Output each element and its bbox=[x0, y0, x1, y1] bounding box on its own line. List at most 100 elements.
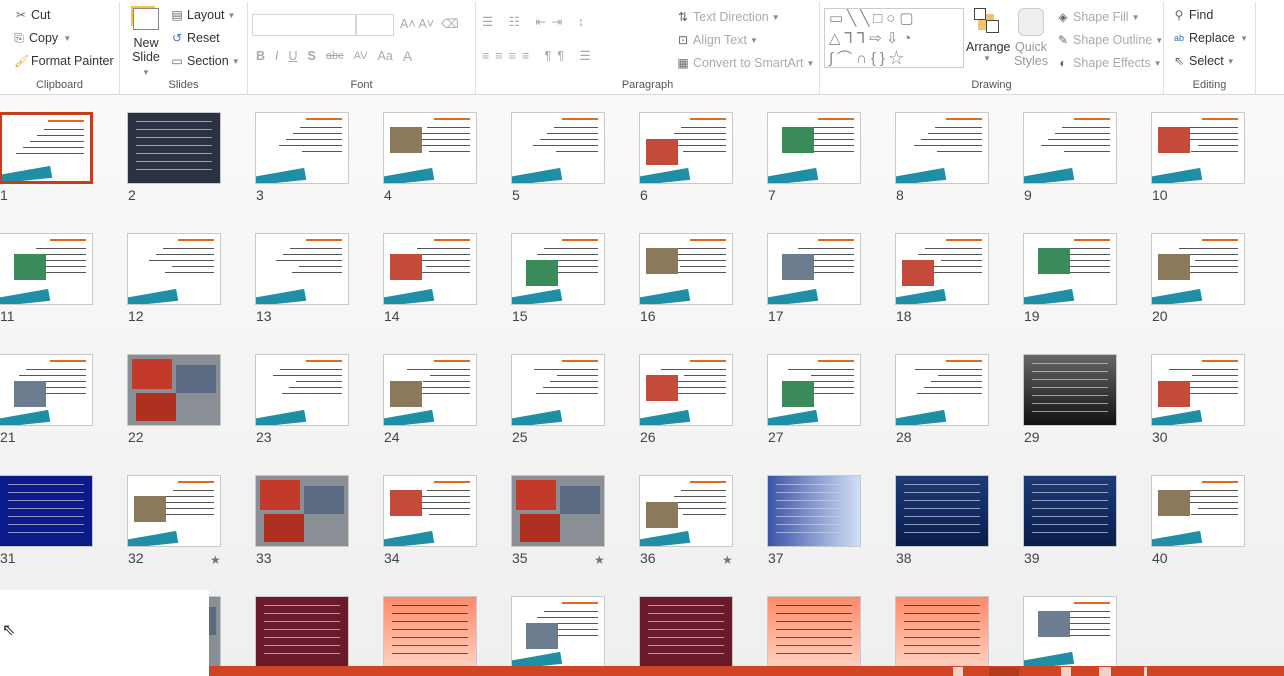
slide-thumbnail[interactable] bbox=[0, 475, 93, 547]
text-line bbox=[904, 613, 980, 614]
slide-thumbnail[interactable] bbox=[255, 233, 349, 305]
slide-thumbnail[interactable] bbox=[127, 233, 221, 305]
slide-thumbnail[interactable] bbox=[895, 596, 989, 666]
slide-thumbnail[interactable] bbox=[1023, 475, 1117, 547]
slide-thumbnail[interactable] bbox=[639, 596, 733, 666]
char-spacing-button[interactable]: AV bbox=[354, 50, 368, 62]
font-color-button[interactable]: A bbox=[403, 48, 412, 64]
shape-fill-button[interactable]: ◈ Shape Fill ▼ bbox=[1056, 10, 1139, 24]
slide-thumbnail[interactable] bbox=[127, 475, 221, 547]
slide-thumbnail[interactable] bbox=[255, 596, 349, 666]
slide-picture bbox=[782, 254, 814, 280]
animation-star-icon[interactable]: ★ bbox=[210, 553, 221, 567]
text-direction-button[interactable]: ⇅ Text Direction ▼ bbox=[676, 10, 780, 24]
find-button[interactable]: ⚲ Find bbox=[1172, 8, 1214, 22]
change-case-button[interactable]: Aa bbox=[378, 49, 393, 63]
slide-thumbnail[interactable] bbox=[767, 354, 861, 426]
slide-thumbnail[interactable] bbox=[1023, 112, 1117, 184]
quick-styles-button[interactable]: Quick Styles bbox=[1012, 8, 1050, 68]
font-size-buttons[interactable]: A˄ A˅ ⌫ bbox=[400, 16, 459, 31]
cut-button[interactable]: ✂ Cut bbox=[14, 8, 50, 22]
slide-thumbnail[interactable] bbox=[767, 475, 861, 547]
text-line bbox=[648, 629, 724, 630]
font-format-buttons[interactable]: B I U S abc AV Aa A bbox=[256, 48, 412, 64]
arrange-button[interactable]: Arrange ▼ bbox=[966, 8, 1010, 63]
reset-button[interactable]: ↺ Reset bbox=[170, 31, 220, 45]
slide-thumbnail[interactable] bbox=[511, 112, 605, 184]
slide-sorter[interactable]: 1 2 3 4 5 6 7 8 9 10 11 12 13 14 15 16 17 18 19 20 21 22 23 24 2… bbox=[0, 95, 1284, 666]
font-name-input[interactable] bbox=[252, 14, 356, 36]
slide-thumbnail[interactable] bbox=[383, 112, 477, 184]
slide-sorter-view-button[interactable] bbox=[989, 667, 1019, 676]
slide-thumbnail[interactable] bbox=[511, 596, 605, 666]
slide-picture bbox=[1158, 490, 1190, 516]
underline-button[interactable]: U bbox=[289, 49, 298, 63]
slide-thumbnail[interactable] bbox=[767, 233, 861, 305]
slide-thumbnail[interactable] bbox=[1023, 354, 1117, 426]
slide-thumbnail[interactable] bbox=[383, 596, 477, 666]
slide-thumbnail[interactable] bbox=[1151, 112, 1245, 184]
slide-thumbnail[interactable] bbox=[0, 112, 93, 184]
slide-thumbnail[interactable] bbox=[127, 354, 221, 426]
slide-thumbnail[interactable] bbox=[255, 475, 349, 547]
slide-thumbnail[interactable] bbox=[895, 354, 989, 426]
convert-smartart-button[interactable]: ▦ Convert to SmartArt ▼ bbox=[676, 56, 814, 70]
zoom-slider[interactable] bbox=[1144, 667, 1147, 676]
select-button[interactable]: ⇖ Select ▼ bbox=[1172, 54, 1235, 68]
slide-thumbnail[interactable] bbox=[0, 233, 93, 305]
ribbon: ✂ Cut ⎘ Copy ▼ 🖌 Format Painter Clipboard N… bbox=[0, 0, 1284, 95]
slide-thumbnail[interactable] bbox=[255, 354, 349, 426]
shapes-gallery[interactable]: ▭╲╲□○▢ △⅂⅂⇨⇩◔ ∫⌒∩{}☆ bbox=[824, 8, 964, 68]
slideshow-button[interactable] bbox=[1099, 667, 1111, 676]
slide-thumbnail[interactable] bbox=[511, 354, 605, 426]
slide-thumbnail[interactable] bbox=[639, 112, 733, 184]
layout-button[interactable]: ▤ Layout ▼ bbox=[170, 8, 235, 22]
slide-thumbnail[interactable] bbox=[511, 233, 605, 305]
slide-thumbnail[interactable] bbox=[639, 475, 733, 547]
text-line bbox=[935, 127, 982, 128]
bold-button[interactable]: B bbox=[256, 49, 265, 63]
shape-effects-button[interactable]: ◐ Shape Effects ▼ bbox=[1056, 56, 1161, 70]
slide-thumbnail[interactable] bbox=[1151, 354, 1245, 426]
slide-thumbnail[interactable] bbox=[895, 112, 989, 184]
replace-button[interactable]: ab Replace ▼ bbox=[1172, 31, 1248, 45]
animation-star-icon[interactable]: ★ bbox=[722, 553, 733, 567]
slide-thumbnail[interactable] bbox=[127, 112, 221, 184]
shape-outline-button[interactable]: ✎ Shape Outline ▼ bbox=[1056, 33, 1163, 47]
shadow-button[interactable]: S bbox=[308, 49, 316, 63]
slide-thumbnail[interactable] bbox=[767, 112, 861, 184]
slide-thumbnail[interactable] bbox=[1023, 596, 1117, 666]
copy-button[interactable]: ⎘ Copy ▼ bbox=[12, 31, 71, 45]
slide-thumbnail[interactable] bbox=[1023, 233, 1117, 305]
format-painter-button[interactable]: 🖌 Format Painter bbox=[14, 54, 114, 68]
slide-thumbnail[interactable] bbox=[639, 233, 733, 305]
strikethrough-button[interactable]: abc bbox=[326, 50, 344, 62]
list-buttons[interactable]: ☰ ☷ ⇤⇥ ↕ bbox=[482, 14, 590, 29]
slide-thumbnail[interactable] bbox=[1151, 233, 1245, 305]
slide-thumbnail[interactable] bbox=[895, 233, 989, 305]
text-line bbox=[8, 500, 84, 501]
slide-thumbnail[interactable] bbox=[1151, 475, 1245, 547]
slide-thumbnail[interactable] bbox=[767, 596, 861, 666]
slide-thumbnail[interactable] bbox=[383, 233, 477, 305]
font-size-input[interactable] bbox=[356, 14, 394, 36]
slide-thumbnail[interactable] bbox=[383, 475, 477, 547]
text-line bbox=[533, 145, 598, 146]
italic-button[interactable]: I bbox=[275, 49, 278, 63]
slide-picture bbox=[782, 381, 814, 407]
slide-thumbnail[interactable] bbox=[255, 112, 349, 184]
slide-thumbnail[interactable] bbox=[0, 354, 93, 426]
slide-thumbnail[interactable] bbox=[895, 475, 989, 547]
section-button[interactable]: ▭ Section ▼ bbox=[170, 54, 239, 68]
align-buttons[interactable]: ≡≡≡≡ ¶¶ ☰ bbox=[482, 48, 597, 63]
slide-thumbnail[interactable] bbox=[511, 475, 605, 547]
text-line bbox=[1032, 363, 1108, 364]
reading-view-button[interactable] bbox=[1061, 667, 1071, 676]
text-line bbox=[776, 637, 852, 638]
new-slide-button[interactable]: New Slide ▼ bbox=[128, 8, 164, 78]
animation-star-icon[interactable]: ★ bbox=[594, 553, 605, 567]
normal-view-button[interactable] bbox=[953, 667, 963, 676]
align-text-button[interactable]: ⊡ Align Text ▼ bbox=[676, 33, 758, 47]
slide-thumbnail[interactable] bbox=[639, 354, 733, 426]
slide-thumbnail[interactable] bbox=[383, 354, 477, 426]
